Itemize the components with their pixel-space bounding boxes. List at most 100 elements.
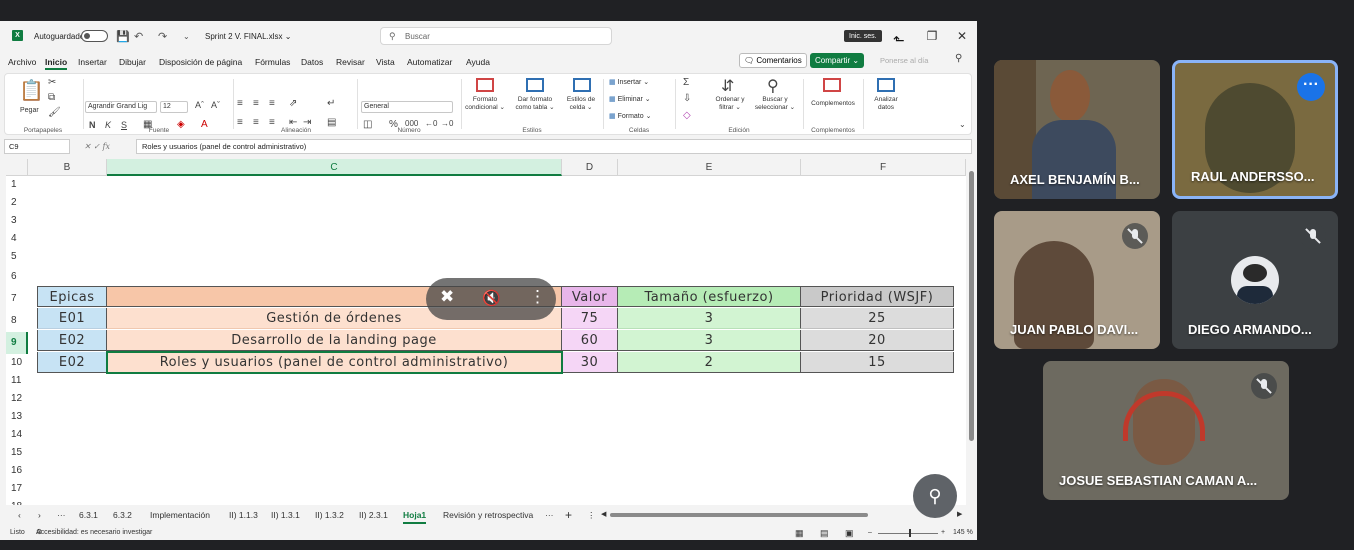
comments-button[interactable]: 🗨 Comentarios — [739, 53, 807, 68]
tab-formulas[interactable]: Fórmulas — [255, 54, 290, 70]
undo-icon[interactable]: ↶ — [134, 21, 143, 51]
participant-tile[interactable]: JOSUE SEBASTIAN CAMAN A... — [1043, 361, 1289, 500]
insert-cells-button[interactable]: ▦ Insertar ⌄ — [609, 78, 649, 86]
sheet-tab-active[interactable]: Hoja1 — [403, 506, 427, 524]
share-button[interactable]: Compartir ⌄ — [810, 53, 865, 68]
row-header[interactable]: 9 — [6, 332, 28, 354]
sheet-tab[interactable]: II) 1.1.3 — [229, 506, 258, 524]
valor-header[interactable]: Valor — [562, 286, 618, 307]
row-header[interactable]: 1 — [6, 176, 28, 194]
row-header[interactable]: 17 — [6, 480, 28, 498]
zoom-magnifier-button[interactable]: ⚲ — [913, 474, 957, 518]
align-middle-icon[interactable]: ≡ — [253, 98, 259, 109]
row-header[interactable]: 15 — [6, 444, 28, 462]
cell-styles-button[interactable]: Estilos de celda ⌄ — [561, 96, 601, 112]
autosave-toggle[interactable] — [81, 30, 108, 42]
format-as-table-button[interactable]: Dar formato como tabla ⌄ — [513, 96, 557, 112]
horizontal-scroll-thumb[interactable] — [610, 513, 868, 517]
more-sheets-icon[interactable]: ··· — [57, 506, 66, 524]
catch-up-button[interactable]: Ponerse al día — [880, 53, 928, 68]
page-layout-icon[interactable]: ▤ — [820, 526, 829, 540]
row-header[interactable]: 18 — [6, 498, 28, 505]
row-header[interactable]: 6 — [6, 266, 28, 288]
table-cell-valor[interactable]: 60 — [562, 330, 618, 351]
close-window-button[interactable]: ✕ — [948, 21, 976, 51]
scroll-left-icon[interactable]: ◀ — [601, 506, 606, 524]
formula-input[interactable]: Roles y usuarios (panel de control admin… — [136, 139, 972, 154]
analyze-data-button[interactable]: Analizar datos — [869, 96, 903, 112]
tab-datos[interactable]: Datos — [301, 54, 323, 70]
paste-label[interactable]: Pegar — [20, 107, 39, 114]
column-header-b[interactable]: B — [28, 159, 107, 176]
column-header-e[interactable]: E — [618, 159, 801, 176]
scroll-right-icon[interactable]: ▶ — [957, 506, 962, 524]
participant-tile[interactable]: AXEL BENJAMÍN B... — [994, 60, 1160, 199]
zoom-slider-thumb[interactable] — [909, 529, 911, 537]
table-cell-valor[interactable]: 75 — [562, 308, 618, 329]
autosum-icon[interactable]: Σ — [683, 77, 689, 88]
table-cell-epica[interactable]: E02 — [37, 352, 107, 373]
more-sheets-icon[interactable]: ··· — [545, 506, 554, 524]
fill-icon[interactable]: ⇩ — [683, 93, 691, 104]
number-format-select[interactable]: General — [361, 101, 453, 113]
conditional-format-button[interactable]: Formato condicional ⌄ — [463, 96, 507, 112]
collapse-ribbon-icon[interactable]: ⌄ — [959, 120, 966, 129]
tab-vista[interactable]: Vista — [376, 54, 395, 70]
tab-revisar[interactable]: Revisar — [336, 54, 365, 70]
more-options-button[interactable]: ··· — [1297, 73, 1325, 101]
delete-cells-button[interactable]: ▦ Eliminar ⌄ — [609, 95, 651, 103]
column-header-f[interactable]: F — [801, 159, 966, 176]
zoom-level[interactable]: 145 % — [953, 526, 973, 540]
vertical-scrollbar[interactable] — [967, 161, 975, 507]
next-sheet-icon[interactable]: › — [38, 506, 41, 524]
table-cell-prioridad[interactable]: 20 — [801, 330, 954, 351]
tab-inicio[interactable]: Inicio — [45, 54, 68, 70]
page-break-icon[interactable]: ▣ — [845, 526, 854, 540]
participant-tile[interactable]: DIEGO ARMANDO... — [1172, 211, 1338, 349]
tabs-menu-icon[interactable]: ⋮ — [587, 506, 596, 524]
mute-audio-icon[interactable]: 🔇 — [482, 289, 501, 307]
tamano-header[interactable]: Tamaño (esfuerzo) — [618, 286, 801, 307]
prev-sheet-icon[interactable]: ‹ — [18, 506, 21, 524]
addins-button[interactable]: Complementos — [805, 100, 861, 108]
format-cells-button[interactable]: ▦ Formato ⌄ — [609, 112, 651, 120]
sheet-tab[interactable]: II) 1.3.2 — [315, 506, 344, 524]
row-header[interactable]: 11 — [6, 372, 28, 390]
cut-icon[interactable]: ✂ — [48, 77, 56, 88]
table-cell-epica[interactable]: E01 — [37, 308, 107, 329]
redo-icon[interactable]: ↷ — [158, 21, 167, 51]
prioridad-header[interactable]: Prioridad (WSJF) — [801, 286, 954, 307]
unpin-icon[interactable]: ✖ — [440, 287, 454, 307]
table-cell-prioridad[interactable]: 15 — [801, 352, 954, 373]
tab-disposicion[interactable]: Disposición de página — [159, 54, 242, 70]
signin-button[interactable]: Inic. ses. — [844, 30, 882, 42]
spreadsheet-grid[interactable]: B C D E F 123456789101112131415161718 Ep… — [6, 159, 966, 505]
ribbon-search-icon[interactable]: ⚲ — [955, 53, 962, 64]
customize-toolbar-icon[interactable]: ⌄ — [183, 21, 190, 51]
column-header-c[interactable]: C — [107, 159, 562, 176]
copy-icon[interactable]: ⧉ — [48, 92, 55, 103]
format-painter-icon[interactable]: 🖌 — [48, 107, 61, 118]
tab-dibujar[interactable]: Dibujar — [119, 54, 146, 70]
row-header[interactable]: 14 — [6, 426, 28, 444]
row-header[interactable]: 7 — [6, 288, 28, 310]
sort-filter-button[interactable]: Ordenar y filtrar ⌄ — [709, 96, 751, 112]
row-header[interactable]: 16 — [6, 462, 28, 480]
zoom-slider[interactable] — [878, 533, 938, 534]
sheet-tab[interactable]: Revisión y retrospectiva — [443, 506, 533, 524]
table-cell-description[interactable]: Desarrollo de la landing page — [107, 330, 562, 351]
sheet-tab[interactable]: Implementación — [150, 506, 210, 524]
table-cell-tamano[interactable]: 3 — [618, 308, 801, 329]
tab-archivo[interactable]: Archivo — [8, 54, 36, 70]
paste-icon[interactable]: 📋 — [19, 78, 44, 103]
table-cell-description[interactable]: Roles y usuarios (panel de control admin… — [106, 351, 563, 374]
row-header[interactable]: 4 — [6, 230, 28, 248]
decrease-font-icon[interactable]: Aˇ — [211, 100, 220, 110]
sheet-tab[interactable]: II) 1.3.1 — [271, 506, 300, 524]
search-input[interactable]: ⚲ Buscar — [380, 27, 612, 45]
align-bottom-icon[interactable]: ≡ — [269, 98, 275, 109]
table-cell-tamano[interactable]: 3 — [618, 330, 801, 351]
table-cell-epica[interactable]: E02 — [37, 330, 107, 351]
more-options-icon[interactable]: ⋮ — [529, 287, 546, 307]
sheet-tab[interactable]: 6.3.2 — [113, 506, 132, 524]
